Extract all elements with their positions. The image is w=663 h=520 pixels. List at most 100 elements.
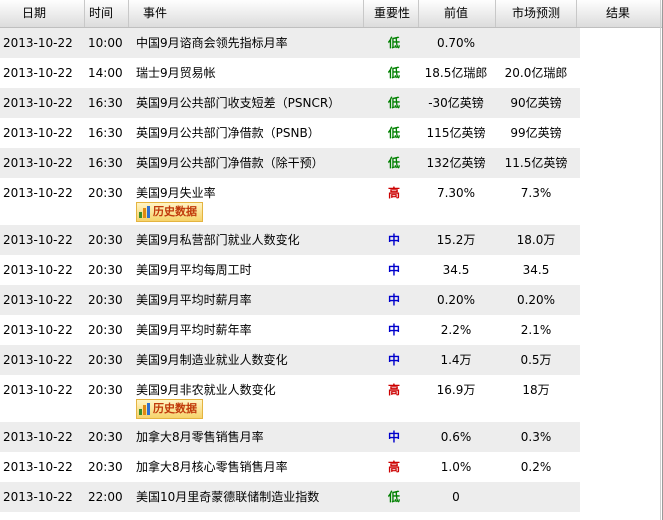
cell-time: 16:30	[88, 126, 123, 140]
cell-event: 美国9月私营部门就业人数变化	[136, 233, 300, 247]
cell-date: 2013-10-22	[3, 186, 73, 200]
table-row: 2013-10-22 14:00 瑞士9月贸易帐 低 18.5亿瑞郎 20.0亿瑞郎	[0, 58, 663, 88]
cell-forecast: 7.3%	[520, 186, 552, 200]
cell-forecast: 2.1%	[520, 323, 552, 337]
header-date: 日期	[22, 6, 47, 20]
cell-event: 加拿大8月核心零售销售月率	[136, 460, 288, 474]
cell-forecast: 20.0亿瑞郎	[504, 66, 568, 80]
row-background	[0, 422, 580, 452]
cell-importance: 高	[387, 383, 400, 397]
cell-date: 2013-10-22	[3, 156, 73, 170]
result-cell	[580, 285, 663, 315]
header-result: 结果	[606, 6, 631, 20]
row-background	[0, 285, 580, 315]
cell-previous: 1.4万	[440, 353, 472, 367]
cell-time: 14:00	[88, 66, 123, 80]
cell-time: 20:30	[88, 233, 123, 247]
cell-time: 20:30	[88, 186, 123, 200]
cell-event: 英国9月公共部门净借款（除干预）	[136, 156, 324, 170]
header-event: 事件	[143, 6, 168, 20]
cell-previous: 0.70%	[436, 36, 476, 50]
cell-time: 20:30	[88, 263, 123, 277]
result-cell	[580, 225, 663, 255]
table-row: 2013-10-22 20:30 美国9月失业率高 7.30% 7.3% 历史数据	[0, 178, 663, 225]
cell-importance: 中	[387, 263, 400, 277]
cell-previous: 2.2%	[440, 323, 472, 337]
table-header: 日期 时间 事件 重要性 前值 市场预测 结果	[0, 0, 663, 28]
cell-importance: 低	[387, 156, 400, 170]
cell-previous: 7.30%	[436, 186, 476, 200]
table-row: 2013-10-22 10:00 中国9月谘商会领先指标月率 低 0.70%	[0, 28, 663, 58]
cell-previous: 15.2万	[436, 233, 476, 247]
cell-previous: 34.5	[442, 263, 470, 277]
table-row: 2013-10-22 20:30 美国9月平均时薪年率 中 2.2% 2.1%	[0, 315, 663, 345]
result-cell	[580, 88, 663, 118]
cell-importance: 中	[387, 353, 400, 367]
table-row: 2013-10-22 16:30 英国9月公共部门净借款（PSNB） 低 115亿英镑 9…	[0, 118, 663, 148]
cell-forecast: 18万	[522, 383, 550, 397]
cell-importance: 高	[387, 460, 400, 474]
header-divider	[84, 0, 85, 27]
cell-date: 2013-10-22	[3, 490, 73, 504]
table-row: 2013-10-22 20:30 美国9月私营部门就业人数变化 中 15.2万 18.0万	[0, 225, 663, 255]
result-cell	[580, 28, 663, 58]
row-background	[0, 255, 580, 285]
result-cell	[580, 315, 663, 345]
header-time: 时间	[89, 6, 114, 20]
cell-forecast: 0.5万	[520, 353, 552, 367]
result-cell	[580, 422, 663, 452]
cell-event: 英国9月公共部门净借款（PSNB）	[136, 126, 320, 140]
row-background	[0, 345, 580, 375]
cell-event: 美国9月平均时薪月率	[136, 293, 252, 307]
cell-previous: 115亿英镑	[426, 126, 486, 140]
cell-date: 2013-10-22	[3, 263, 73, 277]
cell-previous: 1.0%	[440, 460, 472, 474]
cell-event: 加拿大8月零售销售月率	[136, 430, 264, 444]
cell-importance: 低	[387, 126, 400, 140]
history-data-label: 历史数据	[153, 205, 197, 218]
result-cell	[580, 452, 663, 482]
table-row: 2013-10-22 20:30 加拿大8月核心零售销售月率 高 1.0% 0.2%	[0, 452, 663, 482]
cell-date: 2013-10-22	[3, 383, 73, 397]
cell-date: 2013-10-22	[3, 430, 73, 444]
cell-previous: 0.6%	[440, 430, 472, 444]
cell-time: 20:30	[88, 323, 123, 337]
cell-event: 美国9月平均时薪年率	[136, 323, 252, 337]
cell-importance: 中	[387, 323, 400, 337]
cell-date: 2013-10-22	[3, 353, 73, 367]
cell-forecast: 0.3%	[520, 430, 552, 444]
row-background	[0, 452, 580, 482]
history-data-button[interactable]: 历史数据	[136, 202, 203, 222]
result-cell	[580, 375, 663, 422]
cell-forecast: 99亿英镑	[510, 126, 562, 140]
bar-chart-icon	[139, 403, 150, 415]
cell-forecast: 11.5亿英镑	[504, 156, 568, 170]
cell-date: 2013-10-22	[3, 293, 73, 307]
header-divider	[128, 0, 129, 27]
cell-previous: -30亿英镑	[428, 96, 484, 110]
economic-calendar-table: 日期 时间 事件 重要性 前值 市场预测 结果 2013-10-22 10:00 中…	[0, 0, 663, 520]
header-previous: 前值	[444, 6, 469, 20]
result-cell	[580, 58, 663, 88]
result-cell	[580, 345, 663, 375]
cell-date: 2013-10-22	[3, 126, 73, 140]
header-divider	[576, 0, 577, 27]
cell-previous: 16.9万	[436, 383, 476, 397]
table-row: 2013-10-22 16:30 英国9月公共部门收支短差（PSNCR） 低 -30亿英…	[0, 88, 663, 118]
cell-date: 2013-10-22	[3, 96, 73, 110]
cell-time: 22:00	[88, 490, 123, 504]
cell-time: 20:30	[88, 293, 123, 307]
cell-time: 20:30	[88, 353, 123, 367]
cell-previous: 0.20%	[436, 293, 476, 307]
cell-forecast: 0.2%	[520, 460, 552, 474]
cell-importance: 低	[387, 490, 400, 504]
cell-event: 瑞士9月贸易帐	[136, 66, 216, 80]
cell-event: 美国10月里奇蒙德联储制造业指数	[136, 490, 320, 504]
row-background	[0, 315, 580, 345]
cell-importance: 中	[387, 233, 400, 247]
history-data-button[interactable]: 历史数据	[136, 399, 203, 419]
result-cell	[580, 482, 663, 512]
cell-previous: 132亿英镑	[426, 156, 486, 170]
cell-date: 2013-10-22	[3, 66, 73, 80]
cell-event: 中国9月谘商会领先指标月率	[136, 36, 288, 50]
